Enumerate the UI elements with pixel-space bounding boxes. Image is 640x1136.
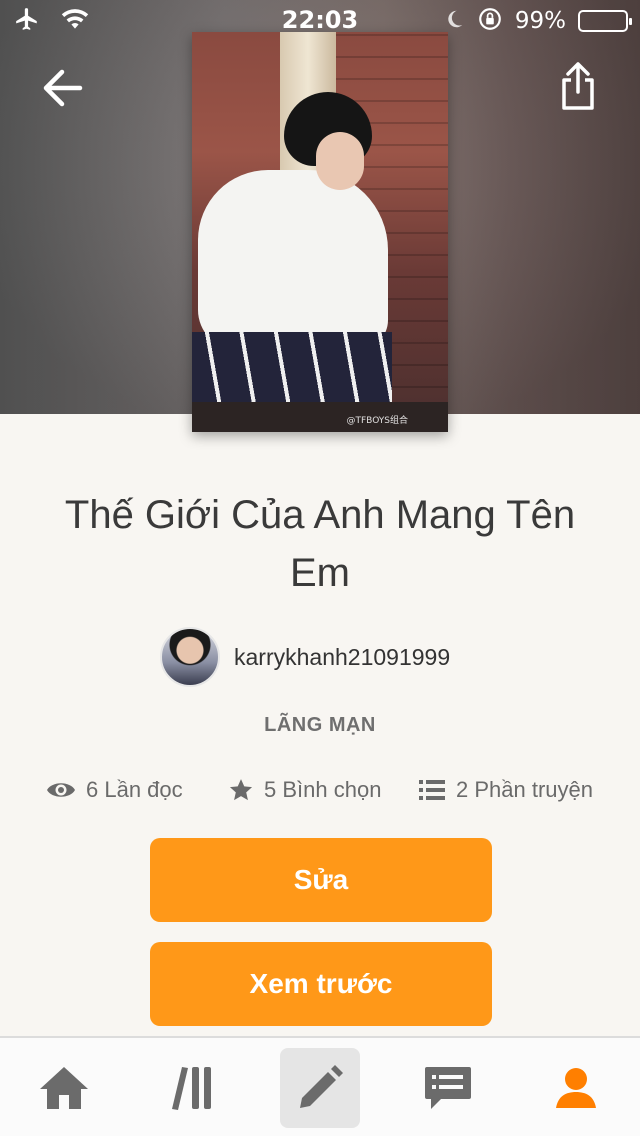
list-icon (419, 780, 445, 800)
rotation-lock-icon (477, 6, 503, 36)
stat-votes-label: 5 Bình chọn (264, 777, 382, 802)
chat-icon (425, 1067, 471, 1109)
story-cover-image: @TFBOYS组合 (192, 32, 448, 432)
cover-bench (192, 402, 448, 432)
star-icon (229, 779, 253, 801)
author-row[interactable]: karrykhanh21091999 (160, 626, 450, 688)
cover-watermark: @TFBOYS组合 (346, 416, 409, 426)
status-bar: 22:03 99% (0, 0, 640, 40)
cover-figure-shirt (198, 170, 388, 350)
pencil-icon (300, 1065, 343, 1108)
nav-library[interactable] (152, 1048, 232, 1128)
story-title: Thế Giới Của Anh Mang Tên Em (64, 493, 576, 595)
genre-label[interactable]: LÃNG MẠN (0, 714, 640, 737)
nav-profile[interactable] (536, 1048, 616, 1128)
bottom-nav (0, 1036, 640, 1136)
author-name[interactable]: karrykhanh21091999 (234, 644, 450, 671)
stat-parts: 2 Phần truyện (418, 772, 593, 808)
stat-parts-label: 2 Phần truyện (456, 777, 593, 802)
nav-home[interactable] (24, 1048, 104, 1128)
share-icon (562, 62, 594, 110)
story-stats: 6 Lần đọc 5 Bình chọn 2 Phần truyện (0, 772, 640, 808)
back-button[interactable] (30, 56, 94, 120)
moon-icon (443, 8, 465, 34)
share-button[interactable] (546, 54, 610, 118)
stat-reads-label: 6 Lần đọc (86, 777, 183, 802)
cover-figure-face (316, 132, 364, 190)
battery-percent: 99% (514, 8, 566, 34)
edit-button[interactable]: Sửa (150, 838, 492, 922)
nav-write[interactable] (280, 1048, 360, 1128)
stat-votes: 5 Bình chọn (228, 772, 381, 808)
stat-reads: 6 Lần đọc (46, 772, 183, 808)
person-icon (556, 1068, 596, 1108)
eye-icon (47, 783, 75, 797)
home-icon (40, 1067, 88, 1109)
nav-messages[interactable] (408, 1048, 488, 1128)
avatar[interactable] (160, 627, 220, 687)
battery-icon (578, 10, 632, 32)
arrow-left-icon (43, 69, 83, 107)
library-icon (172, 1067, 211, 1110)
preview-button[interactable]: Xem trước (150, 942, 492, 1026)
